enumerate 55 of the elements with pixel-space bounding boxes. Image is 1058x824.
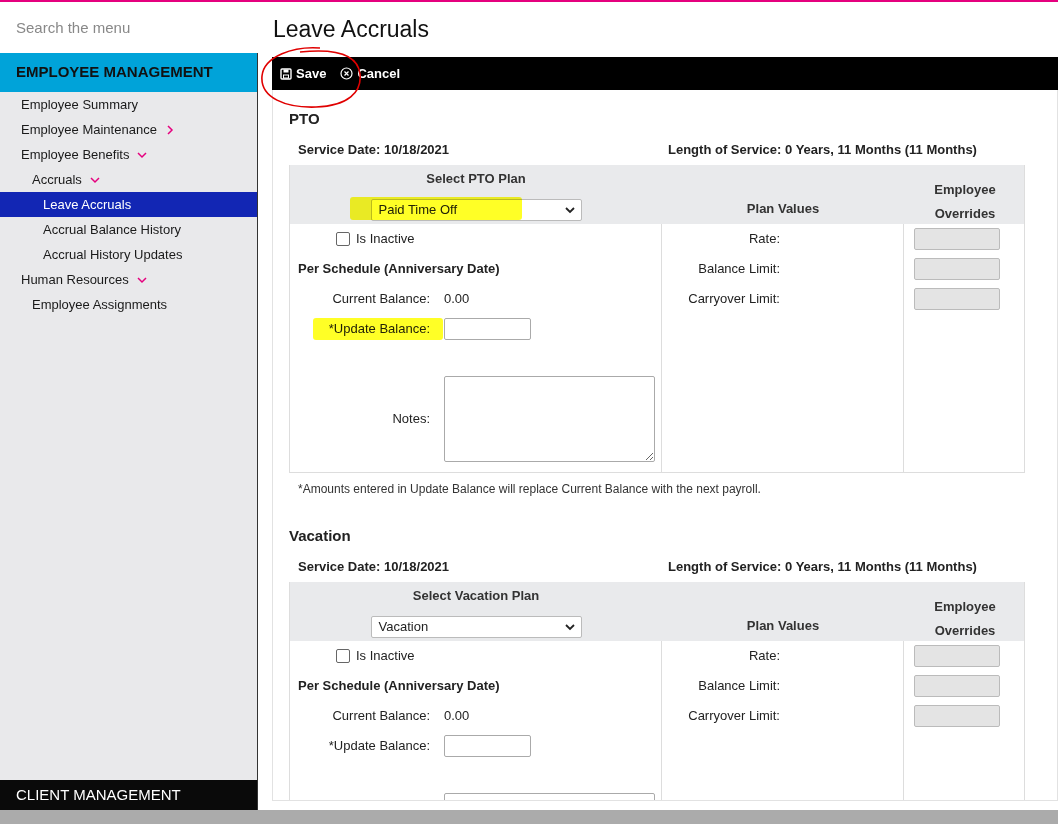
- field-label: Carryover Limit:: [687, 290, 780, 309]
- section-heading: PTO: [289, 109, 321, 129]
- checkbox[interactable]: [336, 649, 350, 663]
- menu-item[interactable]: Human Resources: [0, 267, 257, 292]
- checkbox-label: Is Inactive: [356, 230, 415, 249]
- column-header: Plan Values: [746, 616, 820, 635]
- plan-dropdown[interactable]: Vacation: [370, 616, 582, 638]
- save-button[interactable]: Save: [280, 63, 327, 84]
- field-label: Rate:: [747, 230, 780, 249]
- field-label: *Update Balance:: [327, 737, 430, 756]
- column-header: Employee Overrides: [933, 181, 997, 223]
- field-label: Current Balance:: [331, 707, 430, 726]
- menu-item[interactable]: Employee Maintenance: [0, 117, 257, 142]
- chevron-right-icon: [164, 124, 175, 135]
- column-header: Employee Overrides: [933, 598, 997, 640]
- field-label: Current Balance:: [331, 290, 430, 309]
- field-label: *Update Balance:: [327, 320, 430, 339]
- subheading: Per Schedule (Anniversary Date): [297, 260, 501, 279]
- column-header: Select PTO Plan: [426, 172, 526, 186]
- chevron-down-icon: [564, 623, 575, 631]
- menu-item[interactable]: Leave Accruals: [0, 192, 257, 217]
- service-date: Service Date: 10/18/2021: [297, 141, 451, 160]
- menu-item[interactable]: Employee Summary: [0, 92, 257, 117]
- menu-item[interactable]: Accrual History Updates: [0, 242, 257, 267]
- chevron-down-icon: [136, 274, 147, 285]
- menu-item[interactable]: Accruals: [0, 167, 257, 192]
- footnote: *Amounts entered in Update Balance will replace Current Balance with the next payroll.: [297, 481, 762, 498]
- field-label: Notes:: [391, 410, 430, 429]
- checkbox[interactable]: [336, 232, 350, 246]
- input-field[interactable]: [444, 318, 531, 340]
- field-label: Balance Limit:: [697, 677, 780, 696]
- subheading: Per Schedule (Anniversary Date): [297, 677, 501, 696]
- chevron-down-icon: [89, 174, 100, 185]
- field-label: Rate:: [747, 647, 780, 666]
- field-label: Balance Limit:: [697, 260, 780, 279]
- field-value: 0.00: [444, 290, 470, 309]
- field-label: Carryover Limit:: [687, 707, 780, 726]
- length-of-service: Length of Service: 0 Years, 11 Months (11 Months): [667, 141, 978, 160]
- column-header: Plan Values: [746, 199, 820, 218]
- menu-item[interactable]: Accrual Balance History: [0, 217, 257, 242]
- input-field[interactable]: [444, 735, 531, 757]
- menu-item[interactable]: Employee Assignments: [0, 292, 257, 317]
- section-heading: Vacation: [289, 526, 352, 546]
- service-date: Service Date: 10/18/2021: [297, 558, 451, 577]
- menu-item[interactable]: Employee Benefits: [0, 142, 257, 167]
- chevron-down-icon: [137, 149, 148, 160]
- field-value: 0.00: [444, 707, 470, 726]
- section-title: EMPLOYEE MANAGEMENT: [16, 62, 213, 83]
- notes-field[interactable]: [444, 376, 655, 462]
- checkbox-label: Is Inactive: [356, 647, 415, 666]
- page-title: Leave Accruals: [273, 15, 429, 45]
- chevron-down-icon: [564, 206, 575, 214]
- column-header: Select Vacation Plan: [412, 589, 540, 603]
- length-of-service: Length of Service: 0 Years, 11 Months (11 Months): [667, 558, 978, 577]
- close-circle-icon: [340, 67, 354, 80]
